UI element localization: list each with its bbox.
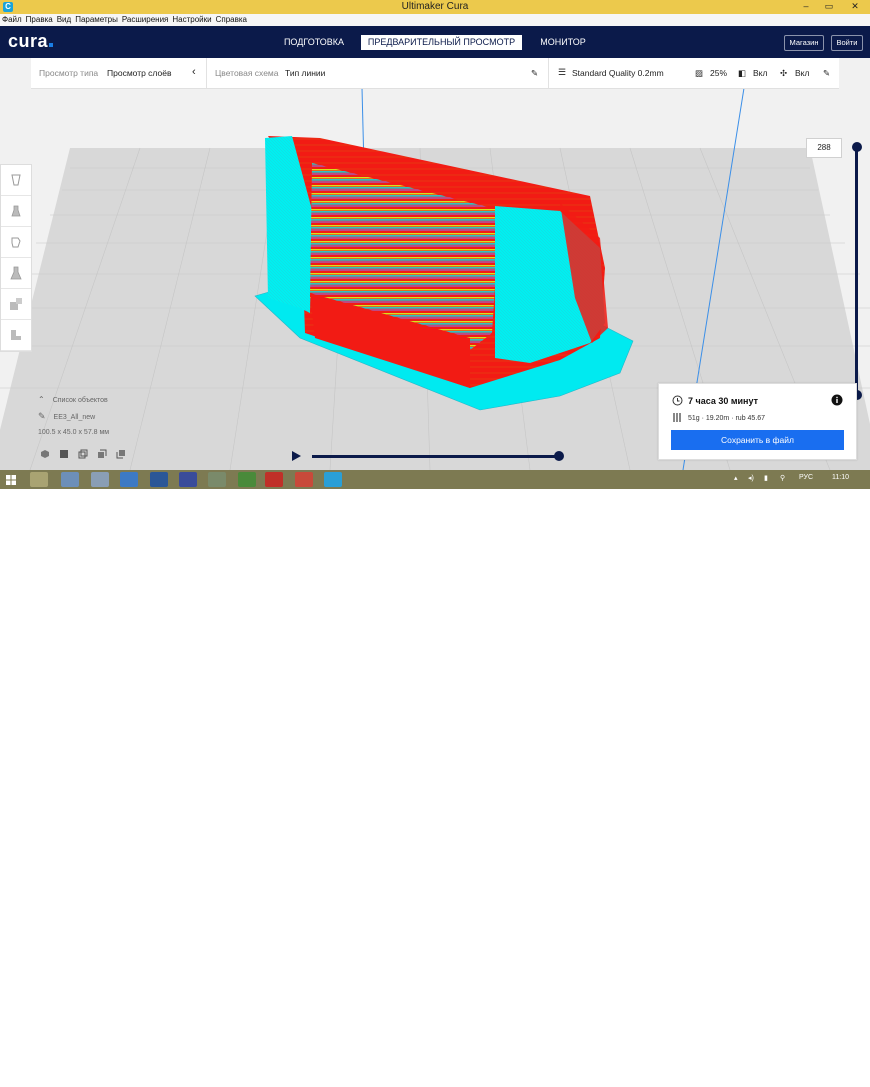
title-bar: C Ultimaker Cura – ▭ ✕	[0, 0, 870, 14]
left-view-icon[interactable]	[97, 449, 107, 459]
menu-extensions[interactable]: Расширения	[122, 15, 169, 24]
pdf-app-icon[interactable]	[295, 472, 313, 487]
mirror-tool-icon[interactable]	[1, 258, 31, 289]
menu-edit[interactable]: Правка	[26, 15, 53, 24]
print-time: 7 часа 30 минут	[688, 396, 759, 406]
path-slider-track[interactable]	[312, 455, 558, 458]
app-header: cura ПОДГОТОВКА ПРЕДВАРИТЕЛЬНЫЙ ПРОСМОТР…	[0, 26, 870, 58]
top-view-icon[interactable]	[78, 449, 88, 459]
tab-monitor[interactable]: МОНИТОР	[534, 35, 592, 50]
current-layer-input[interactable]: 288	[806, 138, 842, 158]
file-explorer-icon[interactable]	[30, 472, 48, 487]
tab-prepare[interactable]: ПОДГОТОВКА	[280, 35, 348, 50]
network-app-icon[interactable]	[61, 472, 79, 487]
object-name: EE3_All_new	[53, 414, 96, 421]
windows-taskbar: ▴ ◂) ▮ ⚲ РУС 11:10	[0, 470, 870, 489]
marketplace-button[interactable]: Магазин	[784, 35, 824, 51]
object-list-header[interactable]: ⌃ Список объектов	[38, 395, 109, 404]
infill-icon: ▨	[695, 68, 704, 78]
material-estimate: 51g · 19.20m · rub 45.67	[688, 415, 766, 422]
language-indicator[interactable]: РУС	[799, 474, 813, 481]
chevron-left-icon[interactable]: ‹	[192, 66, 196, 78]
layer-slider-track[interactable]	[855, 147, 858, 395]
close-button[interactable]: ✕	[840, 0, 870, 14]
cura-taskbar-icon[interactable]	[324, 472, 342, 487]
cura-logo: cura	[8, 31, 54, 52]
menu-help[interactable]: Справка	[216, 15, 247, 24]
quality-icon: ☰	[558, 67, 567, 77]
logo-text: cura	[8, 31, 49, 51]
clock[interactable]: 11:10	[832, 474, 849, 481]
front-view-icon[interactable]	[59, 449, 69, 459]
pencil-icon[interactable]: ✎	[823, 68, 830, 79]
menu-file[interactable]: Файл	[2, 15, 22, 24]
word-icon[interactable]	[150, 472, 168, 487]
object-list-title: Список объектов	[52, 397, 108, 404]
volume-icon[interactable]: ◂)	[748, 474, 754, 482]
rotate-tool-icon[interactable]	[1, 227, 31, 258]
info-icon[interactable]	[831, 394, 843, 406]
3d-view-icon[interactable]	[40, 449, 50, 459]
save-to-file-button[interactable]: Сохранить в файл	[671, 430, 844, 450]
right-view-icon[interactable]	[116, 449, 126, 459]
pencil-icon[interactable]: ✎	[531, 68, 538, 79]
clock-icon	[672, 395, 683, 406]
support-blocker-icon[interactable]	[1, 320, 31, 351]
tray-expand-icon[interactable]: ▴	[734, 474, 738, 482]
logo-dot	[49, 43, 54, 47]
game-app-icon[interactable]	[238, 472, 256, 487]
scale-tool-icon[interactable]	[1, 196, 31, 227]
cura-window: C Ultimaker Cura – ▭ ✕ Файл Правка Вид Пара…	[0, 0, 870, 470]
tool-panel	[0, 164, 32, 352]
menu-bar: Файл Правка Вид Параметры Расширения Настройк…	[0, 14, 870, 26]
usb-icon[interactable]: ⚲	[780, 474, 785, 482]
chevron-up-icon: ⌃	[38, 395, 45, 404]
object-list: ⌃ Список объектов ✎ EE3_All_new 100.5 x 45…	[38, 395, 109, 443]
windows-start-icon[interactable]	[6, 475, 16, 485]
network-icon[interactable]: ▮	[764, 474, 768, 482]
print-info-panel: 7 часа 30 минут 51g · 19.20m · rub 45.67…	[658, 383, 857, 460]
path-slider-handle[interactable]	[554, 451, 564, 461]
spool-icon	[673, 413, 681, 422]
layer-slider-upper-handle[interactable]	[852, 142, 862, 152]
pencil-icon[interactable]: ✎	[38, 411, 46, 421]
support-value: Вкл	[753, 68, 768, 78]
view-toolbar: Просмотр типа Просмотр слоёв ‹ Цветовая …	[31, 58, 839, 89]
menu-settings[interactable]: Параметры	[75, 15, 118, 24]
menu-view[interactable]: Вид	[57, 15, 71, 24]
menu-preferences[interactable]: Настройки	[172, 15, 211, 24]
color-scheme-dropdown[interactable]: Тип линии	[285, 68, 325, 78]
paint-icon[interactable]	[208, 472, 226, 487]
sign-in-button[interactable]: Войти	[831, 35, 863, 51]
toolbar-divider	[206, 58, 207, 88]
move-tool-icon[interactable]	[1, 165, 31, 196]
opera-icon[interactable]	[265, 472, 283, 487]
adhesion-icon: ✣	[780, 68, 788, 78]
tab-preview[interactable]: ПРЕДВАРИТЕЛЬНЫЙ ПРОСМОТР	[361, 35, 522, 50]
object-dimensions: 100.5 x 45.0 x 57.8 мм	[38, 429, 110, 436]
play-simulation-button[interactable]	[292, 451, 301, 461]
support-icon: ◧	[738, 68, 747, 78]
minimize-button[interactable]: –	[795, 0, 817, 14]
toolbar-divider	[548, 58, 549, 88]
window-title: Ultimaker Cura	[401, 1, 469, 12]
view-type-label: Просмотр типа	[39, 68, 99, 78]
per-model-settings-icon[interactable]	[1, 289, 31, 320]
adhesion-value: Вкл	[795, 68, 810, 78]
visio-icon[interactable]	[179, 472, 197, 487]
print-settings-button[interactable]: Standard Quality 0.2mm	[572, 68, 664, 78]
notepad-icon[interactable]	[91, 472, 109, 487]
object-name-row: ✎ EE3_All_new	[38, 411, 109, 422]
maximize-button[interactable]: ▭	[818, 0, 840, 14]
color-scheme-label: Цветовая схема	[215, 68, 279, 78]
folder-app-icon[interactable]	[120, 472, 138, 487]
infill-value: 25%	[710, 68, 728, 78]
view-type-dropdown[interactable]: Просмотр слоёв	[107, 68, 171, 78]
